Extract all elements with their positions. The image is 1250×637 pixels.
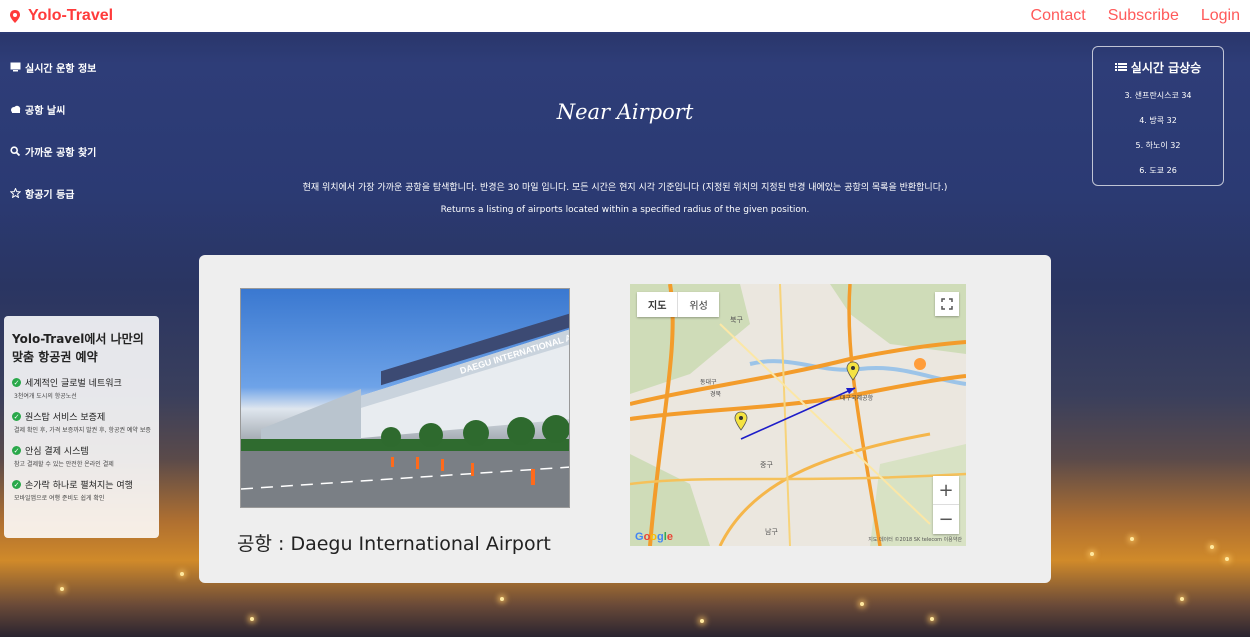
fullscreen-button[interactable]: [935, 292, 959, 316]
top-nav-links: Contact Subscribe Login: [1031, 7, 1240, 25]
airport-name: 공항 : Daegu International Airport: [237, 533, 551, 555]
airport-photo: DAEGU INTERNATIONAL AIRPORT: [240, 288, 570, 508]
login-link[interactable]: Login: [1201, 7, 1240, 25]
feature-desc: 결제 확인 후, 가격 보증까지 발권 후, 항공권 예약 보증: [14, 427, 151, 434]
feature-title: 세계적인 글로벌 네트워크: [25, 379, 122, 389]
feature-desc: 모바일앱으로 여행 준비도 쉽게 확인: [14, 495, 105, 502]
trending-item[interactable]: 4. 방콕 32: [1093, 115, 1223, 126]
tab-map[interactable]: 지도: [637, 292, 679, 317]
map-label-south-district: 남구: [765, 527, 778, 536]
map-label-dongdaegu: 동대구: [700, 378, 717, 386]
sidebar-item-label: 가까운 공항 찾기: [25, 147, 97, 159]
zoom-controls: + −: [933, 476, 959, 534]
booking-title: Yolo-Travel에서 나만의 맞춤 항공권 예약: [12, 332, 144, 364]
tab-satellite[interactable]: 위성: [678, 292, 718, 317]
airport-card: DAEGU INTERNATIONAL AIRPORT 공항 : Daegu I…: [199, 255, 1051, 583]
sidebar-item-nearby[interactable]: 가까운 공항 찾기: [10, 130, 96, 172]
sidebar-item-label: 실시간 운항 정보: [25, 63, 97, 75]
zoom-out-button[interactable]: −: [933, 505, 959, 534]
subscribe-link[interactable]: Subscribe: [1108, 7, 1179, 25]
brand-logo[interactable]: Yolo-Travel: [10, 7, 113, 25]
map-view[interactable]: 북구 중구 남구 대구국제공항 동대구 경북 지도 위성 + − Google …: [630, 284, 966, 546]
description-korean: 현재 위치에서 가장 가까운 공항을 탐색합니다. 반경은 30 마일 입니다.…: [302, 183, 948, 193]
contact-link[interactable]: Contact: [1031, 7, 1086, 25]
zoom-in-button[interactable]: +: [933, 476, 959, 505]
top-navbar: Yolo-Travel Contact Subscribe Login: [0, 0, 1250, 34]
feature-item: ✓ 원스탑 서비스 보증제 결제 확인 후, 가격 보증까지 발권 후, 항공권 …: [12, 410, 151, 436]
map-label-central-district: 중구: [760, 461, 773, 469]
trending-title: 실시간 급상승: [1130, 61, 1202, 75]
feature-item: ✓ 안심 결제 시스템 참고 결제할 수 있는 안전한 온라인 결제: [12, 444, 151, 470]
feature-item: ✓ 손가락 하나로 펼쳐지는 여행 모바일앱으로 여행 준비도 쉽게 확인: [12, 478, 151, 504]
map-label-airport: 대구국제공항: [840, 394, 874, 402]
check-circle-icon: ✓: [12, 446, 21, 455]
trending-item[interactable]: 3. 샌프란시스코 34: [1093, 90, 1223, 101]
feature-desc: 참고 결제할 수 있는 안전한 온라인 결제: [14, 461, 114, 468]
check-circle-icon: ✓: [12, 480, 21, 489]
trending-header: 실시간 급상승: [1093, 59, 1223, 76]
trending-item[interactable]: 6. 도쿄 26: [1093, 165, 1223, 176]
feature-title: 안심 결제 시스템: [25, 447, 89, 457]
feature-title: 손가락 하나로 펼쳐지는 여행: [25, 481, 133, 491]
booking-promo-panel: Yolo-Travel에서 나만의 맞춤 항공권 예약 ✓ 세계적인 글로벌 네트…: [4, 316, 159, 538]
list-icon: [1114, 61, 1127, 75]
map-copyright[interactable]: 지도 데이터 ©2018 SK telecom 이용약관: [868, 536, 962, 543]
map-pin-icon: [10, 10, 20, 23]
feature-title: 원스탑 서비스 보증제: [25, 413, 106, 423]
monitor-icon: [10, 62, 21, 72]
check-circle-icon: ✓: [12, 412, 21, 421]
trending-panel: 실시간 급상승 3. 샌프란시스코 34 4. 방콕 32 5. 하노이 32 …: [1092, 46, 1224, 186]
search-icon: [10, 146, 21, 157]
feature-desc: 3천여개 도시의 항공노선: [14, 393, 77, 400]
sidebar-item-flight-info[interactable]: 실시간 운항 정보: [10, 46, 96, 88]
fullscreen-icon: [941, 298, 953, 310]
trending-item[interactable]: 5. 하노이 32: [1093, 140, 1223, 151]
description-english: Returns a listing of airports located wi…: [440, 205, 810, 215]
map-type-tabs: 지도 위성: [637, 292, 719, 317]
brand-name: Yolo-Travel: [28, 7, 114, 24]
map-label-gyeongbuk: 경북: [710, 391, 722, 398]
map-label-north-district: 북구: [730, 316, 743, 324]
check-circle-icon: ✓: [12, 378, 21, 387]
feature-item: ✓ 세계적인 글로벌 네트워크 3천여개 도시의 항공노선: [12, 376, 151, 402]
page-title: Near Airport: [556, 100, 694, 124]
google-logo: Google: [635, 531, 673, 543]
